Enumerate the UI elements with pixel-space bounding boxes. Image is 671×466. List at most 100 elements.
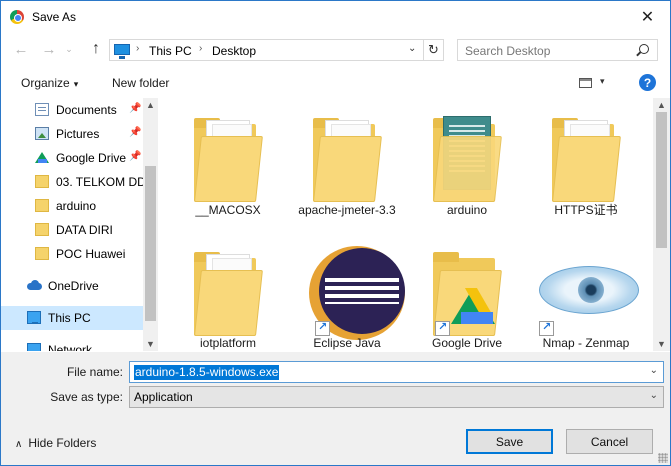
sidebar-item-label: POC Huawei: [56, 247, 126, 261]
file-item-apache-jmeter[interactable]: apache-jmeter-3.3: [292, 110, 402, 228]
breadcrumb-desktop[interactable]: Desktop: [212, 44, 256, 58]
cancel-button[interactable]: Cancel: [566, 429, 653, 454]
help-icon[interactable]: ?: [639, 74, 656, 91]
file-name-input[interactable]: arduino-1.8.5-windows.exe ⌄: [129, 361, 664, 383]
address-dropdown-button[interactable]: ⌄: [408, 43, 416, 54]
folder-icon: [35, 175, 49, 188]
file-name: iotplatform: [199, 336, 257, 350]
shortcut-arrow-icon: [539, 320, 554, 336]
scroll-thumb[interactable]: [656, 112, 667, 248]
sidebar-item-onedrive[interactable]: OneDrive: [1, 274, 143, 298]
sidebar-item-arduino[interactable]: arduino: [1, 194, 143, 218]
sidebar-item-label: arduino: [56, 199, 97, 213]
resize-grip-icon[interactable]: [658, 453, 668, 463]
view-options-icon[interactable]: [579, 78, 592, 88]
command-bar: Organize ▾ New folder ▾ ?: [1, 69, 670, 97]
file-name: Google Drive: [431, 336, 503, 350]
this-pc-icon: [27, 311, 41, 324]
file-name-value[interactable]: arduino-1.8.5-windows.exe: [134, 365, 280, 380]
organize-menu[interactable]: Organize ▾: [21, 76, 78, 90]
save-button[interactable]: Save: [466, 429, 553, 454]
folder-icon: [35, 247, 49, 260]
breadcrumb-separator[interactable]: ›: [136, 43, 139, 54]
close-button[interactable]: ✕: [625, 1, 670, 32]
google-drive-icon: [35, 151, 49, 164]
folder-icon: [35, 199, 49, 212]
sidebar-item-network[interactable]: Network: [1, 338, 143, 351]
sidebar-item-label: Documents: [56, 103, 117, 117]
google-drive-folder-icon: [427, 244, 507, 336]
navigation-scrollbar[interactable]: ▲ ▼: [143, 98, 158, 351]
this-pc-icon: [114, 44, 130, 59]
sidebar-item-label: Pictures: [56, 127, 100, 141]
title-bar: Save As ✕: [1, 1, 670, 33]
scroll-down-arrow[interactable]: ▼: [146, 339, 155, 349]
breadcrumb-separator[interactable]: ›: [199, 43, 202, 54]
sidebar-item-google-drive[interactable]: Google Drive 📌: [1, 146, 143, 170]
sidebar-item-label: Google Drive: [56, 151, 127, 165]
search-placeholder: Search Desktop: [465, 44, 551, 58]
navigation-pane: Documents 📌 Pictures 📌 Google Drive 📌 03…: [1, 98, 158, 351]
file-name-label: File name:: [66, 365, 123, 379]
folder-icon: [188, 244, 268, 336]
eclipse-icon: [307, 244, 405, 340]
sidebar-item-label: 03. TELKOM DDS: [56, 175, 154, 189]
save-as-type-select[interactable]: Application ⌄: [129, 386, 664, 408]
sidebar-item-telkom-dds[interactable]: 03. TELKOM DDS: [1, 170, 154, 194]
back-button[interactable]: ←: [11, 39, 31, 59]
sidebar-item-data-diri[interactable]: DATA DIRI: [1, 218, 143, 242]
file-name: arduino: [446, 203, 488, 217]
scroll-up-arrow[interactable]: ▲: [657, 100, 666, 110]
new-folder-button[interactable]: New folder: [112, 76, 169, 90]
up-button[interactable]: ↑: [86, 39, 106, 59]
file-item-google-drive[interactable]: Google Drive: [412, 244, 522, 351]
network-icon: [27, 343, 41, 351]
breadcrumb-this-pc[interactable]: This PC: [149, 44, 192, 58]
sidebar-item-this-pc[interactable]: This PC: [1, 306, 143, 330]
recent-locations-button[interactable]: ⌄: [63, 39, 75, 59]
scroll-thumb[interactable]: [145, 166, 156, 321]
file-item-iotplatform[interactable]: iotplatform: [173, 244, 283, 351]
chevron-down-icon[interactable]: ⌄: [650, 365, 658, 376]
save-as-type-value: Application: [134, 390, 193, 404]
sidebar-item-label: This PC: [48, 311, 91, 325]
file-list-pane: __MACOSX apache-jmeter-3.3 arduino HTTPS…: [158, 98, 653, 351]
hide-folders-button[interactable]: ∧ Hide Folders: [15, 436, 96, 450]
address-bar[interactable]: › This PC › Desktop ⌄ ↻: [109, 39, 444, 61]
chevron-down-icon[interactable]: ⌄: [650, 390, 658, 401]
file-name: Eclipse Java: [313, 336, 381, 350]
file-item-arduino[interactable]: arduino: [412, 110, 522, 228]
sidebar-item-pictures[interactable]: Pictures 📌: [1, 122, 143, 146]
sidebar-item-poc-huawei[interactable]: POC Huawei: [1, 242, 143, 266]
scroll-up-arrow[interactable]: ▲: [146, 100, 155, 110]
hide-folders-label: Hide Folders: [28, 436, 97, 450]
search-input[interactable]: Search Desktop: [457, 39, 658, 61]
folder-icon: [546, 110, 626, 202]
pin-icon: 📌: [129, 103, 142, 114]
folder-icon: [35, 223, 49, 236]
organize-label: Organize: [21, 76, 70, 90]
scroll-down-arrow[interactable]: ▼: [657, 339, 666, 349]
refresh-button[interactable]: ↻: [423, 40, 443, 60]
file-name: HTTPS证书: [554, 203, 618, 217]
file-item-eclipse-java[interactable]: Eclipse Java: [292, 244, 405, 351]
sidebar-item-documents[interactable]: Documents 📌: [1, 98, 143, 122]
file-item-https-cert[interactable]: HTTPS证书: [531, 110, 641, 228]
search-icon: [639, 44, 649, 54]
file-item-nmap-zenmap[interactable]: Nmap - Zenmap: [531, 244, 641, 351]
chevron-up-icon: ∧: [15, 439, 23, 450]
file-item-macosx[interactable]: __MACOSX: [173, 110, 283, 228]
file-list-scrollbar[interactable]: ▲ ▼: [653, 98, 670, 351]
view-options-dropdown[interactable]: ▾: [600, 76, 605, 87]
sidebar-item-label: Network: [48, 343, 93, 351]
file-name: Nmap - Zenmap: [542, 336, 630, 350]
pictures-icon: [35, 127, 49, 140]
file-name: apache-jmeter-3.3: [298, 203, 396, 217]
zenmap-eye-icon: [531, 244, 641, 336]
chevron-down-icon: ▾: [73, 79, 79, 89]
save-as-type-label: Save as type:: [50, 390, 123, 404]
forward-button[interactable]: →: [39, 39, 59, 59]
folder-icon: [188, 110, 268, 202]
documents-icon: [35, 103, 49, 116]
folder-icon: [307, 110, 387, 202]
